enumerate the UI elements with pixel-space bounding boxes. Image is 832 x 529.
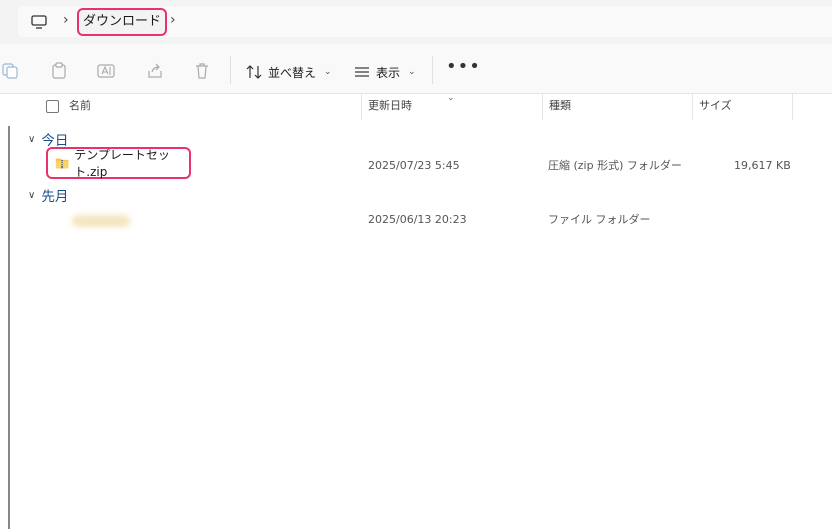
file-size: 19,617 KB (734, 159, 791, 172)
monitor-icon[interactable] (30, 13, 48, 31)
file-name-cell[interactable]: テンプレートセット.zip (46, 147, 191, 179)
toolbar-divider (230, 56, 231, 84)
sort-button[interactable]: 並べ替え ⌄ (246, 62, 332, 82)
zip-folder-icon (55, 158, 69, 169)
sort-label: 並べ替え (268, 65, 317, 80)
column-size[interactable]: サイズ (692, 94, 792, 120)
file-modified: 2025/07/23 5:45 (368, 159, 460, 172)
view-button[interactable]: 表示 ⌄ (354, 62, 416, 82)
select-all-checkbox[interactable] (46, 100, 59, 113)
share-icon[interactable] (146, 62, 164, 80)
file-name: テンプレートセット.zip (74, 148, 170, 179)
command-bar (0, 44, 832, 94)
blurred-folder-name[interactable] (72, 215, 130, 227)
breadcrumb-downloads[interactable]: ダウンロード (77, 8, 167, 36)
group-label: 今日 (41, 133, 69, 149)
group-label: 先月 (41, 189, 69, 205)
breadcrumb-separator[interactable]: › (170, 12, 176, 28)
chevron-down-icon: ⌄ (408, 67, 416, 77)
column-name[interactable]: 名前 (69, 94, 91, 120)
file-type: 圧縮 (zip 形式) フォルダー (548, 159, 682, 172)
group-header-last-month[interactable]: ∨ 先月 (28, 185, 68, 205)
group-header-today[interactable]: ∨ 今日 (28, 129, 68, 149)
more-options-button[interactable]: ••• (446, 58, 481, 76)
list-view-icon (355, 67, 369, 77)
navigation-pane-edge[interactable] (8, 126, 10, 529)
column-header: 名前 更新日時 種類 サイズ (20, 94, 832, 120)
chevron-down-icon: ∨ (28, 189, 36, 201)
file-row[interactable]: 2025/06/13 20:23 ファイル フォルダー (20, 207, 832, 233)
file-modified: 2025/06/13 20:23 (368, 213, 467, 226)
view-label: 表示 (376, 65, 401, 80)
sort-icon (246, 65, 262, 79)
column-extra[interactable] (792, 94, 832, 120)
chevron-down-icon: ⌄ (324, 67, 332, 77)
chevron-down-icon: ∨ (28, 133, 36, 145)
file-type: ファイル フォルダー (548, 213, 651, 226)
toolbar-divider (432, 56, 433, 84)
paste-icon[interactable] (50, 62, 68, 80)
delete-icon[interactable] (193, 62, 211, 80)
copy-icon[interactable] (2, 62, 20, 80)
breadcrumb-separator: › (63, 12, 69, 28)
rename-icon[interactable] (97, 62, 115, 80)
file-row[interactable]: テンプレートセット.zip 2025/07/23 5:45 圧縮 (zip 形式… (20, 147, 832, 179)
column-type[interactable]: 種類 (542, 94, 692, 120)
sort-indicator-icon: ⌄ (447, 93, 455, 103)
